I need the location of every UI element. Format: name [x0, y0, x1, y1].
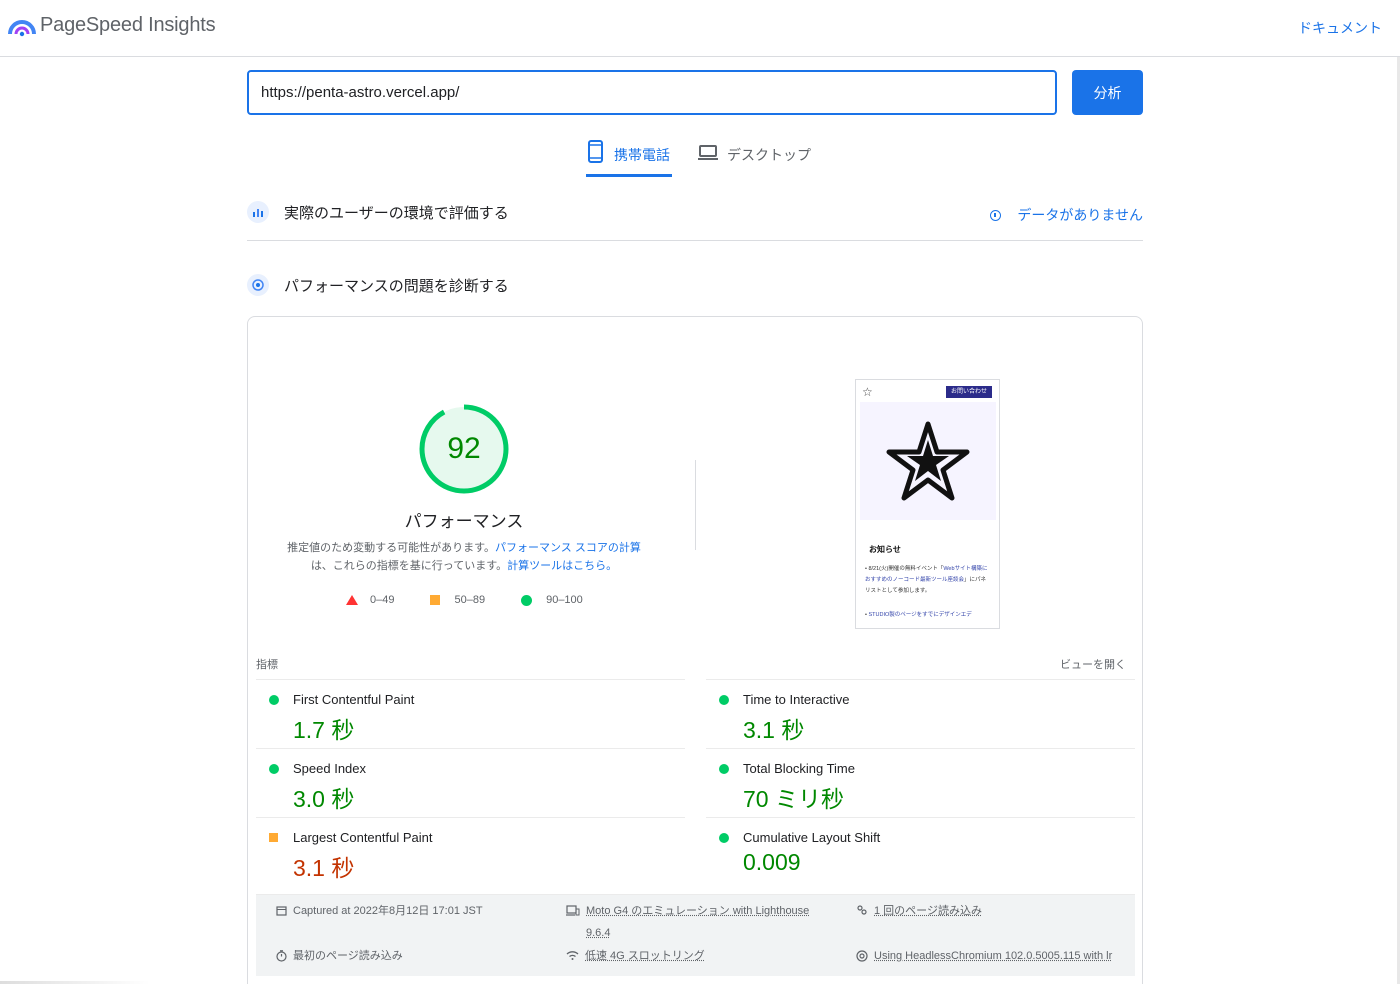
legend-item-fail: 0–49: [346, 594, 394, 606]
performance-card: 92 パフォーマンス 推定値のため変動する可能性があります。パフォーマンス スコ…: [247, 316, 1143, 984]
card-vertical-divider: [695, 460, 696, 550]
device-info: Moto G4 のエミュレーション with Lighthouse 9.6.4: [566, 900, 809, 944]
pagespeed-logo-icon: [8, 12, 36, 38]
metric-speed-index: Speed Index 3.0 秒: [256, 748, 685, 817]
browser-info: Using HeadlessChromium 102.0.5005.115 wi…: [856, 945, 1112, 967]
pentaprogram-logo: [860, 402, 996, 520]
throttling-info: 低速 4G スロットリング: [566, 945, 705, 967]
pass-circle-icon: [719, 695, 729, 705]
average-square-icon: [430, 595, 440, 605]
metrics-label: 指標: [256, 656, 278, 672]
metric-fcp: First Contentful Paint 1.7 秒: [256, 679, 685, 748]
average-square-icon: [269, 833, 278, 842]
app-header: PageSpeed Insights ドキュメント: [0, 0, 1400, 57]
url-input[interactable]: [247, 70, 1057, 115]
chrome-icon: [856, 950, 868, 962]
no-data-text: データがありません: [1017, 205, 1143, 225]
pass-circle-icon: [521, 595, 532, 606]
pass-circle-icon: [269, 695, 279, 705]
thumb-news-heading: お知らせ: [869, 544, 901, 555]
users-icon: [856, 905, 868, 916]
lab-data-icon: [247, 274, 269, 296]
docs-link[interactable]: ドキュメント: [1298, 18, 1382, 38]
score-calc-link[interactable]: パフォーマンス スコアの計算: [495, 542, 641, 554]
lab-data-section: パフォーマンスの問題を診断する: [247, 274, 1143, 296]
metric-cls: Cumulative Layout Shift 0.009: [706, 817, 1135, 886]
pass-circle-icon: [719, 764, 729, 774]
metric-value: 70 ミリ秒: [743, 780, 844, 814]
metric-name: Largest Contentful Paint: [293, 830, 432, 845]
metric-lcp: Largest Contentful Paint 3.1 秒: [256, 817, 685, 886]
tab-desktop[interactable]: デスクトップ: [697, 140, 811, 177]
fail-triangle-icon: [346, 595, 358, 605]
legend-pass-label: 90–100: [546, 594, 583, 606]
metric-value: 1.7 秒: [293, 711, 354, 745]
metric-name: Total Blocking Time: [743, 761, 855, 776]
devices-icon: [566, 905, 580, 916]
info-icon: [990, 210, 1001, 221]
laptop-icon: [697, 140, 719, 162]
performance-label: パフォーマンス: [364, 507, 564, 532]
device-text[interactable]: Moto G4 のエミュレーション with Lighthouse: [586, 905, 809, 917]
throttling-text[interactable]: 低速 4G スロットリング: [585, 945, 705, 967]
metric-value: 0.009: [743, 849, 801, 876]
pass-circle-icon: [719, 833, 729, 843]
tab-mobile-label: 携帯電話: [614, 145, 670, 165]
calculator-link[interactable]: 計算ツールはこちら。: [507, 560, 617, 572]
no-data-link[interactable]: データがありません: [990, 205, 1143, 225]
metric-value: 3.0 秒: [293, 780, 354, 814]
legend-item-pass: 90–100: [521, 594, 583, 606]
tab-desktop-label: デスクトップ: [727, 145, 811, 165]
timer-icon: [276, 950, 287, 962]
lighthouse-version: 9.6.4: [586, 927, 610, 939]
lab-data-title: パフォーマンスの問題を診断する: [284, 275, 509, 296]
calendar-icon: [276, 905, 287, 916]
page-loads-info: 1 回のページ読み込み: [856, 900, 982, 922]
smartphone-icon: [586, 140, 606, 164]
metric-tbt: Total Blocking Time 70 ミリ秒: [706, 748, 1135, 817]
field-data-icon: [247, 201, 269, 223]
score-legend: 0–49 50–89 90–100: [346, 594, 619, 606]
pagespeed-logo[interactable]: PageSpeed Insights: [8, 12, 215, 38]
legend-item-average: 50–89: [430, 594, 485, 606]
captured-info: Captured at 2022年8月12日 17:01 JST: [276, 900, 483, 922]
legend-fail-label: 0–49: [370, 594, 394, 606]
metric-name: Speed Index: [293, 761, 366, 776]
legend-average-label: 50–89: [454, 594, 485, 606]
metric-name: First Contentful Paint: [293, 692, 414, 707]
metric-name: Cumulative Layout Shift: [743, 830, 880, 845]
page-screenshot: ☆ お問い合わせ お知らせ • 8/21(火)開催の無料イベント「Webサイト構…: [855, 379, 1000, 629]
thumb-contact-button: お問い合わせ: [946, 386, 992, 398]
section-divider: [247, 240, 1143, 241]
metric-tti: Time to Interactive 3.1 秒: [706, 679, 1135, 748]
tab-mobile[interactable]: 携帯電話: [586, 140, 672, 177]
performance-note: 推定値のため変動する可能性があります。パフォーマンス スコアの計算 は、これらの…: [278, 539, 650, 575]
analyze-button[interactable]: 分析: [1072, 70, 1143, 115]
note-text-1: 推定値のため変動する可能性があります。: [287, 542, 495, 554]
pentaprogram-star-icon: [885, 418, 971, 504]
metric-name: Time to Interactive: [743, 692, 849, 707]
performance-score: 92: [418, 403, 510, 495]
app-name: PageSpeed Insights: [40, 14, 215, 37]
run-info-panel: Captured at 2022年8月12日 17:01 JST Moto G4…: [256, 894, 1135, 976]
browser-text[interactable]: Using HeadlessChromium 102.0.5005.115 wi…: [874, 945, 1112, 967]
star-icon: ☆: [862, 385, 873, 399]
captured-text: Captured at 2022年8月12日 17:01 JST: [293, 900, 483, 922]
thumb-news-item-1: • 8/21(火)開催の無料イベント「Webサイト構築におすすめのノーコード最新…: [865, 564, 991, 597]
initial-load-text: 最初のページ読み込み: [293, 945, 403, 967]
metric-value: 3.1 秒: [293, 849, 354, 883]
expand-view-toggle[interactable]: ビューを開く: [1060, 656, 1126, 672]
pass-circle-icon: [269, 764, 279, 774]
wifi-icon: [566, 950, 579, 961]
note-text-2: は、これらの指標を基に行っています。: [311, 560, 507, 572]
field-data-section: 実際のユーザーの環境で評価する データがありません: [247, 201, 1143, 223]
page-loads-text[interactable]: 1 回のページ読み込み: [874, 900, 982, 922]
thumb-news-item-2: • STUDIO製のページをすでにデザインエデ: [865, 610, 991, 621]
field-data-title: 実際のユーザーの環境で評価する: [284, 202, 509, 223]
initial-load-info: 最初のページ読み込み: [276, 945, 403, 967]
metric-value: 3.1 秒: [743, 711, 804, 745]
